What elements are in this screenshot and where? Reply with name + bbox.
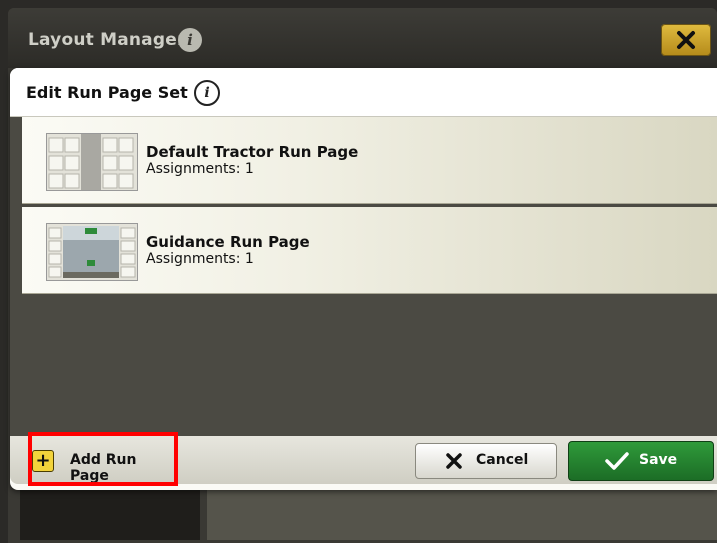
cancel-label: Cancel	[476, 452, 529, 468]
run-page-assignments: Assignments: 1	[146, 251, 254, 267]
add-run-page-button[interactable]: + Add Run Page	[32, 446, 172, 484]
run-page-item-default-tractor[interactable]: Default Tractor Run Page Assignments: 1	[22, 117, 717, 204]
background-panel-right	[207, 490, 717, 540]
default-tractor-thumbnail	[46, 133, 138, 191]
close-button[interactable]	[661, 24, 711, 56]
run-page-item-guidance[interactable]: Guidance Run Page Assignments: 1	[22, 207, 717, 294]
dialog-header: Edit Run Page Set i	[10, 68, 717, 117]
save-label: Save	[639, 452, 678, 468]
info-icon[interactable]: i	[194, 80, 220, 106]
add-run-page-label: Add Run Page	[70, 452, 137, 484]
checkmark-icon	[605, 452, 629, 470]
plus-icon: +	[32, 450, 54, 472]
run-page-title: Guidance Run Page	[146, 233, 310, 251]
run-page-assignments: Assignments: 1	[146, 161, 254, 177]
close-icon	[677, 31, 695, 49]
layout-manager-title: Layout Manager	[28, 30, 186, 50]
dialog-title: Edit Run Page Set	[26, 83, 188, 102]
background-panel-left	[20, 490, 200, 540]
run-page-list: Default Tractor Run Page Assignments: 1	[10, 117, 717, 436]
info-icon[interactable]: i	[178, 28, 202, 52]
dialog-footer: + Add Run Page Cancel Save	[10, 436, 717, 484]
close-icon	[446, 453, 462, 469]
guidance-thumbnail	[46, 223, 138, 281]
edit-run-page-set-dialog: Edit Run Page Set i Default Tractor Run …	[10, 68, 717, 490]
cancel-button[interactable]: Cancel	[415, 443, 557, 479]
save-button[interactable]: Save	[568, 441, 714, 481]
run-page-title: Default Tractor Run Page	[146, 143, 359, 161]
